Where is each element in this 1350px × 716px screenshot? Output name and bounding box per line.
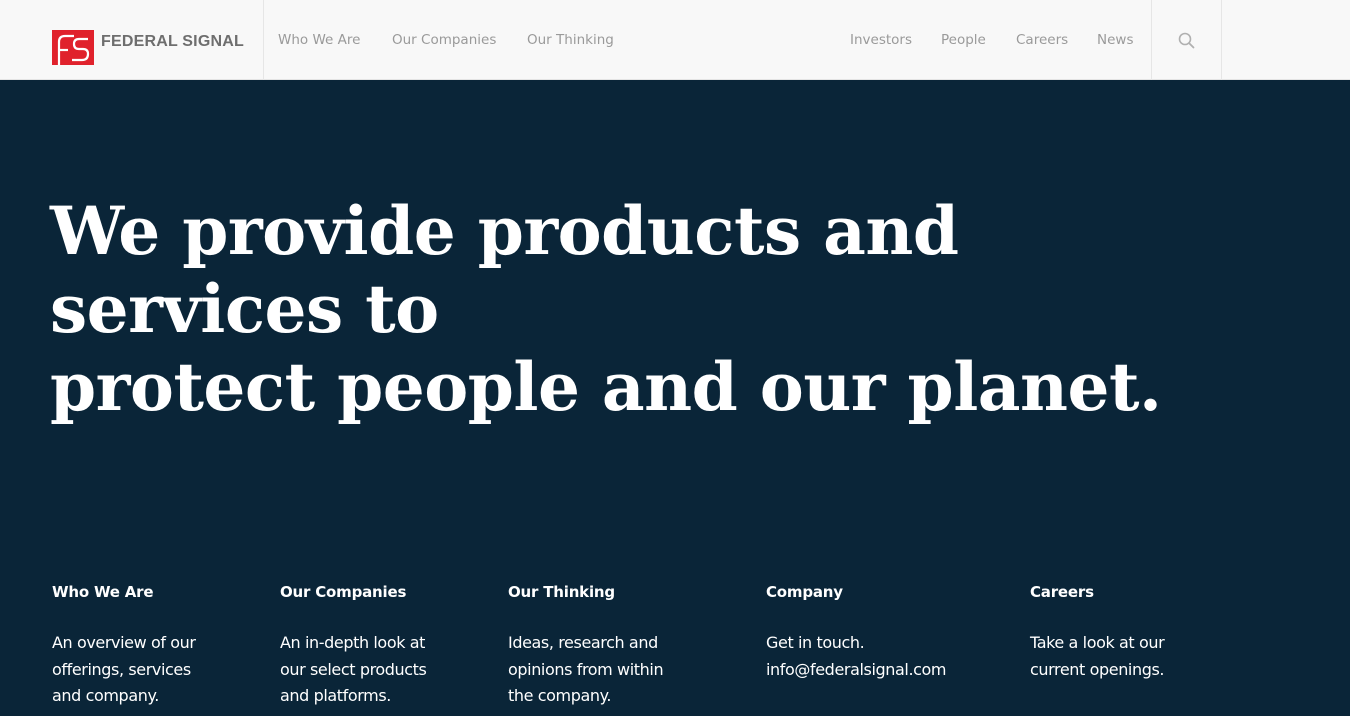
description-line: An in-depth look at (280, 633, 426, 652)
nav-link-news[interactable]: News (1097, 32, 1133, 48)
nav-link-our-thinking[interactable]: Our Thinking (527, 32, 614, 48)
footer-column-title[interactable]: Our Companies (280, 583, 500, 601)
description-line: An overview of our (52, 633, 196, 652)
footer-column-description: Ideas, research and opinions from within… (508, 630, 728, 710)
description-line: current openings. (1030, 659, 1165, 679)
description-line: opinions from within (508, 659, 664, 679)
nav-link-who-we-are[interactable]: Who We Are (278, 32, 360, 48)
logo-wordmark: FEDERAL SIGNAL (101, 32, 244, 50)
footer-column-description: Take a look at our current openings. (1030, 630, 1250, 683)
search-button[interactable] (1177, 31, 1197, 51)
footer-column-our-companies: Our Companies An in-depth look at our se… (280, 583, 500, 710)
description-line: and company. (52, 686, 159, 705)
nav-link-careers[interactable]: Careers (1016, 32, 1068, 48)
footer-column-description: An overview of our offerings, services a… (52, 630, 272, 710)
footer-column-title[interactable]: Company (766, 583, 1006, 601)
footer-column-careers: Careers Take a look at our current openi… (1030, 583, 1250, 683)
description-line: Ideas, research and (508, 633, 658, 652)
search-icon (1178, 32, 1195, 49)
federal-signal-logo-mark-icon (52, 30, 94, 65)
hero-heading-line-2: protect people and our planet. (50, 348, 1162, 426)
top-navigation-bar: FEDERAL SIGNAL Who We Are Our Companies … (0, 0, 1350, 80)
nav-link-people[interactable]: People (941, 32, 986, 48)
footer-column-who-we-are: Who We Are An overview of our offerings,… (52, 583, 272, 710)
federal-signal-logo[interactable]: FEDERAL SIGNAL (52, 30, 244, 65)
description-line: Take a look at our (1030, 633, 1165, 652)
description-line: and platforms. (280, 686, 391, 705)
footer-column-company: Company Get in touch. info@federalsignal… (766, 583, 1006, 683)
nav-divider (1151, 0, 1152, 80)
footer-column-description: An in-depth look at our select products … (280, 630, 500, 710)
description-line: our select products (280, 659, 427, 679)
description-line: Get in touch. (766, 633, 865, 652)
footer-column-our-thinking: Our Thinking Ideas, research and opinion… (508, 583, 728, 710)
contact-email-link[interactable]: info@federalsignal.com (766, 657, 1006, 684)
footer-column-title[interactable]: Our Thinking (508, 583, 728, 601)
nav-link-investors[interactable]: Investors (850, 32, 912, 48)
hero-heading-line-1: We provide products and services to (50, 192, 959, 348)
description-line: the company. (508, 686, 612, 705)
footer-column-title[interactable]: Who We Are (52, 583, 272, 601)
description-line: offerings, services (52, 659, 191, 679)
nav-divider (263, 0, 264, 80)
footer-column-description: Get in touch. info@federalsignal.com (766, 630, 1006, 683)
nav-link-our-companies[interactable]: Our Companies (392, 32, 496, 48)
footer-column-title[interactable]: Careers (1030, 583, 1250, 601)
nav-divider (1221, 0, 1222, 80)
hero-heading: We provide products and services to prot… (50, 192, 1270, 426)
